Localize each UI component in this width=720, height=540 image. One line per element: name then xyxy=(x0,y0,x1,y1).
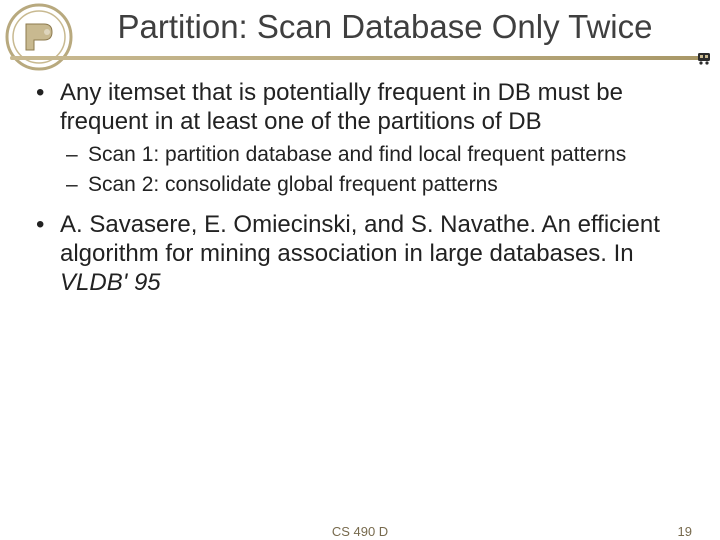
university-seal-icon xyxy=(4,2,74,72)
footer-course: CS 490 D xyxy=(332,524,388,539)
bullet-item: Any itemset that is potentially frequent… xyxy=(28,78,692,198)
divider-rule xyxy=(10,56,710,60)
citation-venue: VLDB' 95 xyxy=(60,269,161,296)
bullet-item: A. Savasere, E. Omiecinski, and S. Navat… xyxy=(28,210,692,298)
bullet-text: A. Savasere, E. Omiecinski, and S. Navat… xyxy=(60,211,660,267)
sub-bullet-text: Scan 1: partition database and find loca… xyxy=(88,143,626,166)
slide-body: Any itemset that is potentially frequent… xyxy=(0,78,720,298)
train-icon xyxy=(696,50,714,66)
bullet-text: Any itemset that is potentially frequent… xyxy=(60,79,623,135)
sub-bullet-item: Scan 2: consolidate global frequent patt… xyxy=(60,172,692,198)
slide-title: Partition: Scan Database Only Twice xyxy=(0,0,720,56)
footer-page-number: 19 xyxy=(678,524,692,539)
sub-bullet-item: Scan 1: partition database and find loca… xyxy=(60,142,692,168)
sub-bullet-text: Scan 2: consolidate global frequent patt… xyxy=(88,173,498,196)
